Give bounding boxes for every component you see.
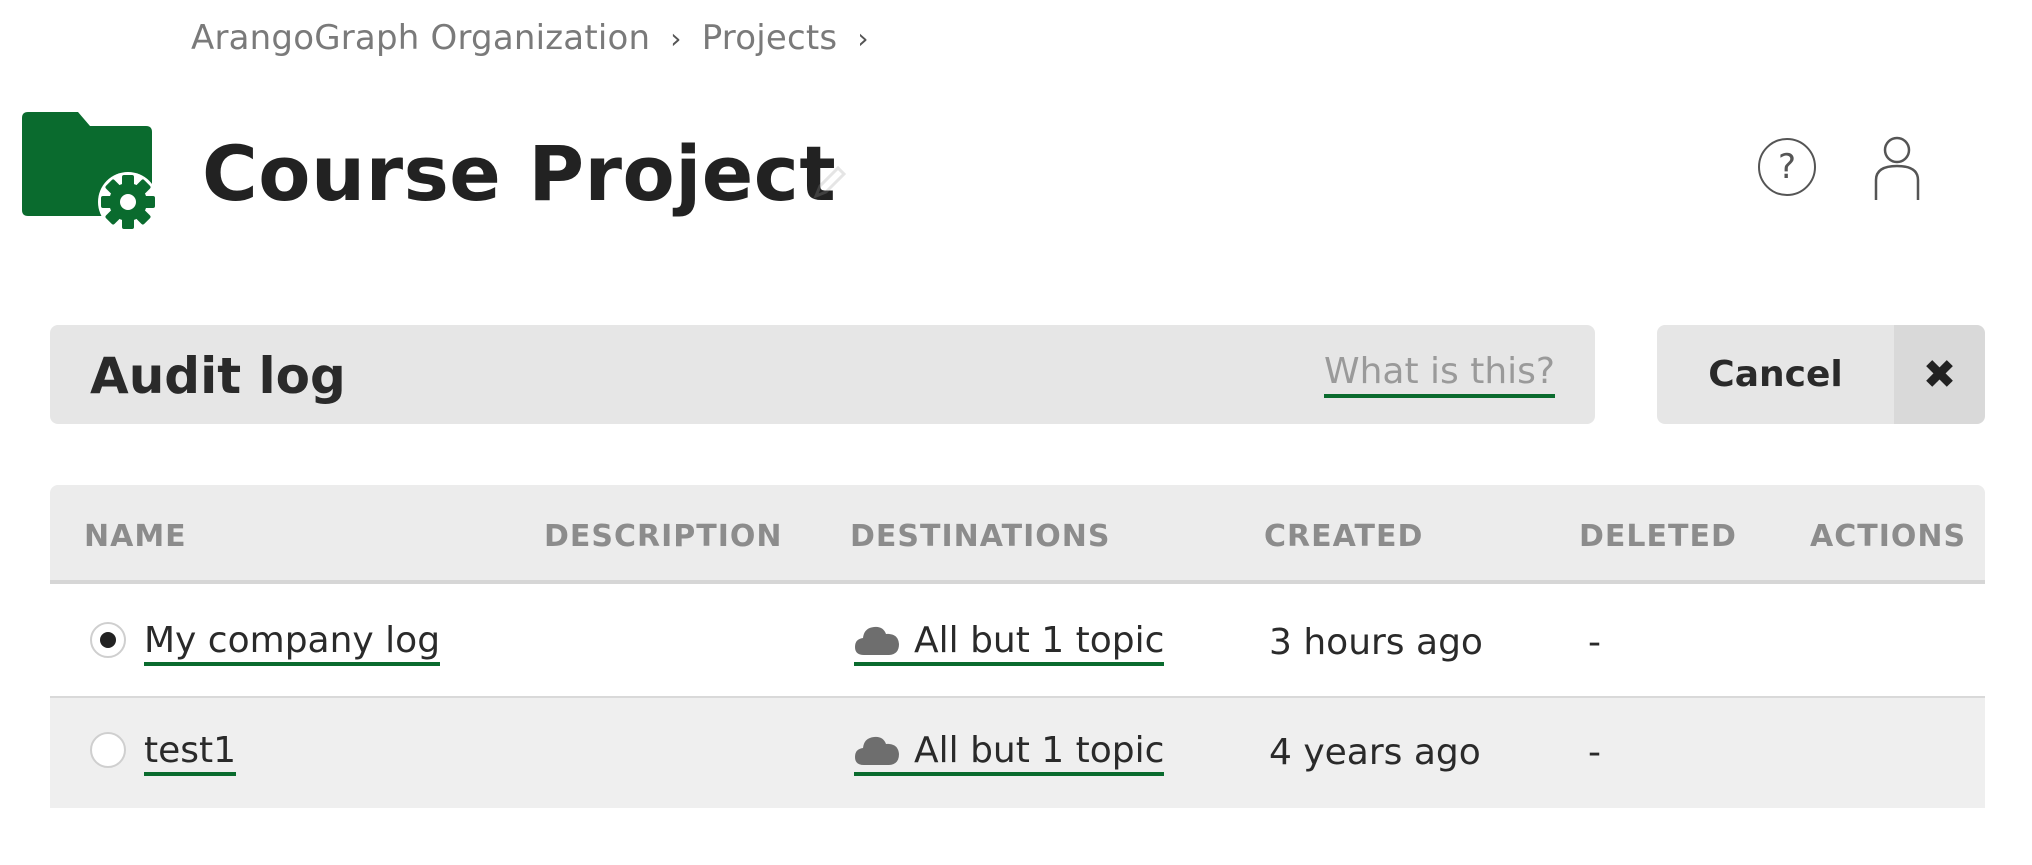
column-header-name: NAME [84, 519, 187, 554]
destinations-text: All but 1 topic [914, 620, 1165, 661]
breadcrumb-separator-icon: › [857, 21, 869, 55]
destinations-link[interactable]: All but 1 topic [854, 730, 1165, 776]
column-header-actions: ACTIONS [1810, 519, 1967, 554]
table-row[interactable]: My company log All but 1 topic 3 hours a… [50, 588, 1985, 698]
created-value: 4 years ago [1269, 732, 1481, 773]
log-name-link[interactable]: My company log [144, 620, 441, 666]
breadcrumb-separator-icon: › [670, 21, 682, 55]
breadcrumb-organization[interactable]: ArangoGraph Organization [191, 18, 650, 58]
page-title: Course Project [202, 129, 837, 218]
what-is-this-link[interactable]: What is this? [1323, 351, 1555, 398]
close-icon[interactable]: ✖ [1894, 325, 1985, 424]
table-row[interactable]: test1 All but 1 topic 4 years ago - [50, 698, 1985, 808]
cancel-button[interactable]: Cancel [1657, 325, 1894, 424]
breadcrumb: ArangoGraph Organization › Projects › [191, 18, 889, 58]
log-name-link[interactable]: test1 [144, 730, 237, 776]
help-icon[interactable]: ? [1758, 138, 1816, 196]
row-select-radio[interactable] [90, 732, 126, 768]
project-folder-gear-icon [22, 112, 158, 232]
destinations-text: All but 1 topic [914, 730, 1165, 771]
edit-pencil-icon[interactable] [810, 162, 850, 202]
column-header-deleted: DELETED [1579, 519, 1737, 554]
column-header-created: CREATED [1264, 519, 1424, 554]
column-header-destinations: DESTINATIONS [850, 519, 1111, 554]
row-select-radio[interactable] [90, 622, 126, 658]
cloud-icon [855, 736, 899, 765]
panel-title: Audit log [90, 347, 346, 405]
deleted-value: - [1588, 732, 1601, 773]
cloud-icon [855, 626, 899, 655]
user-icon[interactable] [1872, 136, 1922, 202]
deleted-value: - [1588, 622, 1601, 663]
table-header: NAME DESCRIPTION DESTINATIONS CREATED DE… [50, 485, 1985, 584]
created-value: 3 hours ago [1269, 622, 1483, 663]
column-header-description: DESCRIPTION [544, 519, 783, 554]
destinations-link[interactable]: All but 1 topic [854, 620, 1165, 666]
audit-log-header-bar: Audit log What is this? [50, 325, 1595, 424]
page: ArangoGraph Organization › Projects › Co… [0, 0, 2032, 865]
breadcrumb-projects[interactable]: Projects [702, 18, 838, 58]
